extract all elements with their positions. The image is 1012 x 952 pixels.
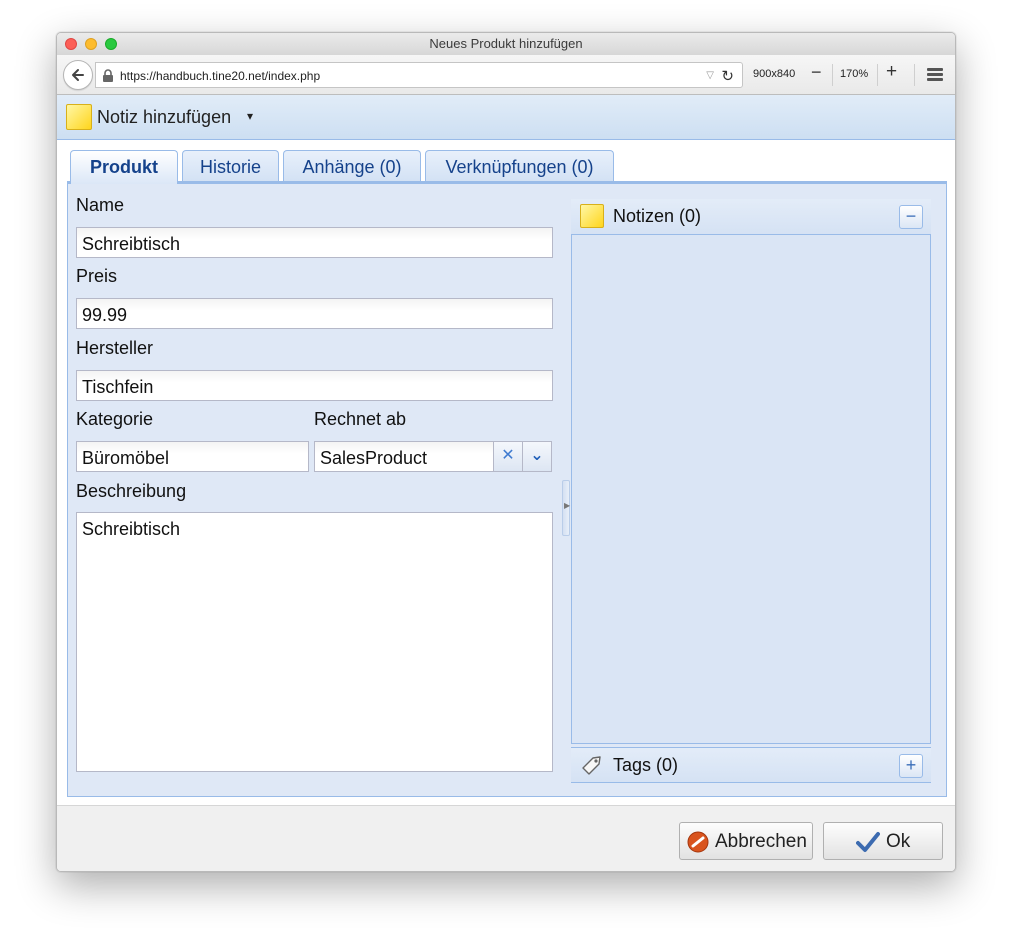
lock-icon [103, 69, 113, 82]
close-window-button[interactable] [65, 38, 77, 50]
name-field[interactable]: Schreibtisch [76, 227, 553, 258]
tab-anhaenge[interactable]: Anhänge (0) [283, 150, 421, 183]
add-note-label: Notiz hinzufügen [97, 107, 232, 127]
panel-splitter[interactable]: ▶ [562, 480, 570, 536]
tab-historie[interactable]: Historie [182, 150, 279, 183]
divider [832, 64, 833, 86]
chevron-down-icon: ▾ [247, 109, 254, 123]
divider [877, 64, 878, 86]
viewport-size: 900x840 [753, 68, 796, 80]
category-label: Kategorie [76, 409, 154, 429]
tags-title: Tags (0) [613, 755, 679, 775]
notes-list [571, 235, 931, 744]
note-icon [66, 104, 92, 130]
back-button[interactable] [63, 60, 93, 90]
cancel-button[interactable]: Abbrechen [679, 822, 813, 860]
notes-header: Notizen (0) − [571, 199, 931, 235]
divider [914, 64, 915, 86]
manufacturer-field[interactable]: Tischfein [76, 370, 553, 401]
cancel-icon [687, 831, 709, 853]
add-tag-button[interactable]: + [899, 754, 923, 778]
name-label: Name [76, 195, 125, 215]
accountable-combo[interactable]: SalesProduct ✕ ⌄ [314, 441, 552, 472]
tab-verknuepfungen[interactable]: Verknüpfungen (0) [425, 150, 614, 183]
price-label: Preis [76, 266, 118, 286]
dialog-toolbar: Notiz hinzufügen ▾ [57, 95, 955, 140]
zoom-out-button[interactable]: − [811, 62, 822, 83]
chevron-down-icon[interactable]: ⌄ [522, 442, 551, 471]
product-panel: Name Schreibtisch Preis 99.99 Hersteller… [67, 181, 947, 797]
zoom-window-button[interactable] [105, 38, 117, 50]
notes-title: Notizen (0) [613, 206, 702, 226]
browser-nav-bar: https://handbuch.tine20.net/index.php ▽ … [57, 55, 955, 95]
tag-icon [582, 756, 601, 775]
cancel-label: Abbrechen [715, 831, 807, 852]
note-icon [580, 204, 604, 228]
title-bar: Neues Produkt hinzufügen [57, 33, 955, 55]
accountable-label: Rechnet ab [314, 409, 407, 429]
browser-window: Neues Produkt hinzufügen https://handbuc… [56, 32, 956, 872]
dialog-content: Produkt Historie Anhänge (0) Verknüpfung… [57, 140, 955, 805]
collapse-notes-button[interactable]: − [899, 205, 923, 229]
window-title: Neues Produkt hinzufügen [429, 36, 583, 51]
price-field[interactable]: 99.99 [76, 298, 553, 329]
description-label: Beschreibung [76, 481, 187, 501]
clear-icon[interactable]: ✕ [493, 442, 522, 471]
edit-dialog: Notiz hinzufügen ▾ Produkt Historie Anhä… [57, 95, 955, 871]
manufacturer-label: Hersteller [76, 338, 154, 358]
category-field[interactable]: Büromöbel [76, 441, 309, 472]
zoom-level[interactable]: 170% [840, 68, 868, 80]
url-text: https://handbuch.tine20.net/index.php [120, 69, 321, 83]
checkmark-icon [856, 832, 880, 852]
reload-icon[interactable]: ↻ [721, 67, 734, 85]
hamburger-menu-icon[interactable] [927, 68, 943, 82]
dialog-footer: Abbrechen Ok [57, 805, 955, 871]
tab-produkt[interactable]: Produkt [70, 150, 178, 184]
accountable-value: SalesProduct [320, 448, 428, 468]
ok-label: Ok [886, 831, 911, 852]
zoom-in-button[interactable]: + [886, 61, 897, 83]
minimize-window-button[interactable] [85, 38, 97, 50]
ok-button[interactable]: Ok [823, 822, 943, 860]
description-textarea[interactable]: Schreibtisch [76, 512, 553, 772]
url-bar[interactable]: https://handbuch.tine20.net/index.php ▽ … [95, 62, 743, 88]
tags-header: Tags (0) + [571, 747, 931, 783]
history-dropdown-icon[interactable]: ▽ [706, 70, 714, 81]
arrow-left-icon [72, 69, 84, 81]
collapse-arrow-icon: ▶ [564, 501, 571, 510]
